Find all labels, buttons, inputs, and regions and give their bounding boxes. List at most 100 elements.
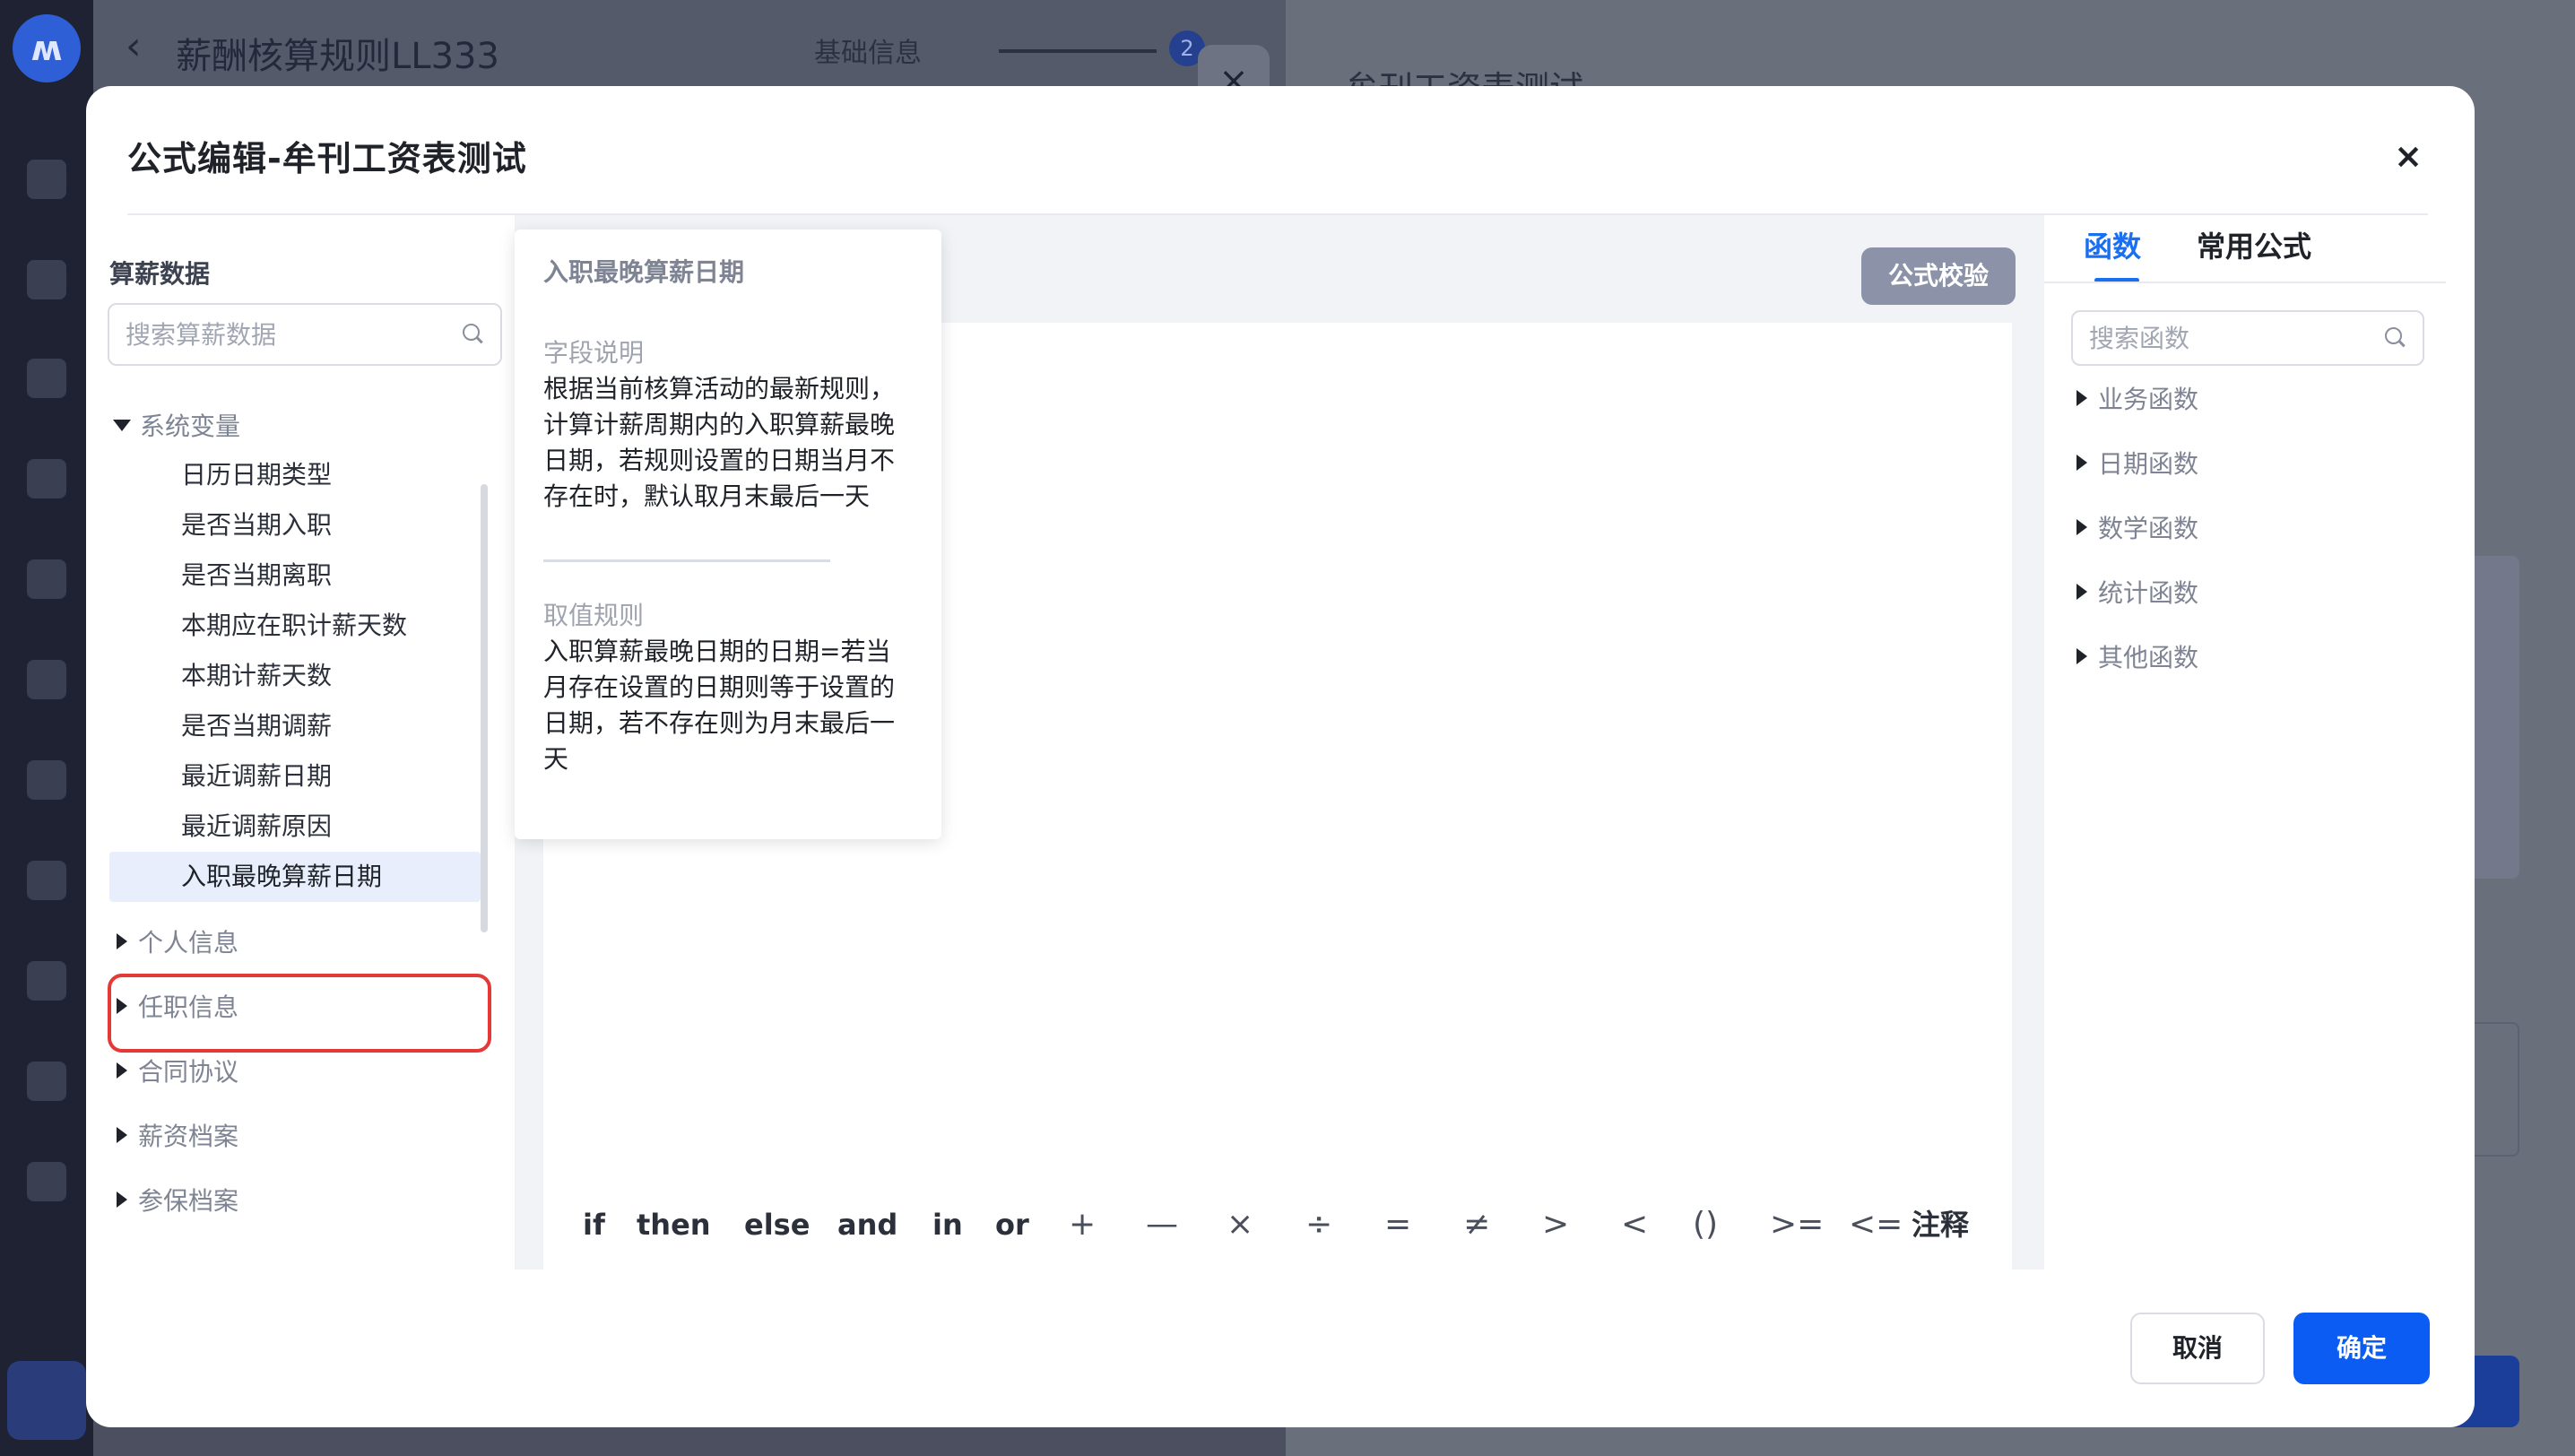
selection-highlight-outline bbox=[108, 974, 491, 1053]
step-connector bbox=[999, 49, 1157, 53]
operator-greater-equal[interactable]: >= bbox=[1770, 1198, 1824, 1252]
team-icon[interactable] bbox=[27, 260, 66, 299]
operator-toolbar: if then else and in or + — × ÷ = ≠ > < (… bbox=[543, 1198, 2012, 1252]
tree-item[interactable]: 本期计薪天数 bbox=[106, 651, 500, 701]
app-logo-icon: ʍ bbox=[13, 14, 81, 82]
payroll-data-panel: 算薪数据 系统变量 日历日期类型 是否当期入职 是否当期离职 本期应在职计薪天数… bbox=[86, 215, 515, 1270]
operator-parentheses[interactable]: () bbox=[1693, 1198, 1718, 1252]
tree-group-label: 个人信息 bbox=[138, 928, 239, 958]
operator-less-than[interactable]: < bbox=[1621, 1198, 1648, 1252]
tooltip-rule-label: 取值规则 bbox=[543, 601, 645, 630]
function-groups: 业务函数 日期函数 数学函数 统计函数 其他函数 bbox=[2071, 373, 2198, 696]
back-chevron-icon[interactable]: ‹ bbox=[126, 23, 142, 69]
function-group-label: 数学函数 bbox=[2098, 514, 2199, 543]
function-group-statistics[interactable]: 统计函数 bbox=[2071, 567, 2198, 617]
settings-icon[interactable] bbox=[7, 1361, 86, 1440]
tooltip-desc-text: 根据当前核算活动的最新规则，计算计薪周期内的入职算薪最晚日期，若规则设置的日期当… bbox=[543, 374, 896, 511]
caret-right-icon bbox=[2076, 648, 2087, 664]
tree-group-label: 薪资档案 bbox=[138, 1122, 239, 1151]
tree-group-contracts[interactable]: 合同协议 bbox=[106, 1045, 500, 1096]
operator-less-equal[interactable]: <= bbox=[1849, 1198, 1903, 1252]
variable-tree: 系统变量 日历日期类型 是否当期入职 是否当期离职 本期应在职计薪天数 本期计薪… bbox=[106, 400, 500, 1239]
tree-group-insurance-records[interactable]: 参保档案 bbox=[106, 1174, 500, 1225]
tree-item[interactable]: 日历日期类型 bbox=[106, 450, 500, 500]
tooltip-rule-text: 入职算薪最晚日期的日期=若当月存在设置的日期则等于设置的日期，若不存在则为月末最… bbox=[543, 637, 896, 774]
org-chart-icon[interactable] bbox=[27, 459, 66, 498]
user-icon[interactable] bbox=[27, 359, 66, 398]
operator-minus[interactable]: — bbox=[1146, 1198, 1178, 1252]
tree-group-system-variables[interactable]: 系统变量 bbox=[106, 400, 500, 450]
function-search-input[interactable] bbox=[2073, 312, 2423, 364]
caret-right-icon bbox=[117, 1062, 127, 1079]
function-panel: 函数 常用公式 业务函数 日期函数 数学函数 统计函数 bbox=[2044, 215, 2475, 1270]
operator-else[interactable]: else bbox=[744, 1198, 810, 1252]
tree-group-label: 参保档案 bbox=[138, 1186, 239, 1216]
ticket-icon[interactable] bbox=[27, 760, 66, 800]
payroll-data-search-input[interactable] bbox=[109, 305, 500, 364]
calendar-icon[interactable] bbox=[27, 660, 66, 699]
function-group-other[interactable]: 其他函数 bbox=[2071, 631, 2198, 681]
function-group-date[interactable]: 日期函数 bbox=[2071, 438, 2198, 488]
tree-item-selected[interactable]: 入职最晚算薪日期 bbox=[109, 852, 481, 902]
profile-icon[interactable] bbox=[27, 1062, 66, 1101]
operator-multiply[interactable]: × bbox=[1227, 1198, 1253, 1252]
caret-right-icon bbox=[2076, 390, 2087, 406]
home-icon[interactable] bbox=[27, 160, 66, 199]
operator-then[interactable]: then bbox=[637, 1198, 711, 1252]
function-group-label: 业务函数 bbox=[2098, 385, 2199, 414]
operator-plus[interactable]: + bbox=[1069, 1198, 1096, 1252]
field-info-tooltip: 入职最晚算薪日期 字段说明 根据当前核算活动的最新规则，计算计薪周期内的入职算薪… bbox=[515, 230, 941, 839]
formula-editor-modal: 公式编辑-牟刊工资表测试 × 算薪数据 系统变量 日历日期类型 是否当期入职 是… bbox=[86, 86, 2475, 1427]
close-icon[interactable]: × bbox=[2385, 133, 2432, 179]
caret-down-icon bbox=[113, 419, 131, 431]
cancel-button[interactable]: 取消 bbox=[2130, 1313, 2265, 1384]
operator-not-equals[interactable]: ≠ bbox=[1463, 1198, 1490, 1252]
tree-item[interactable]: 最近调薪日期 bbox=[106, 751, 500, 802]
pie-chart-icon[interactable] bbox=[27, 1162, 66, 1201]
caret-right-icon bbox=[117, 933, 127, 949]
caret-right-icon bbox=[2076, 584, 2087, 600]
panel-heading: 算薪数据 bbox=[109, 259, 211, 289]
tab-common-formulas[interactable]: 常用公式 bbox=[2197, 224, 2311, 278]
function-group-label: 日期函数 bbox=[2098, 449, 2199, 479]
user-settings-icon[interactable] bbox=[27, 559, 66, 599]
modal-title: 公式编辑-牟刊工资表测试 bbox=[127, 139, 527, 178]
tree-group-personal-info[interactable]: 个人信息 bbox=[106, 916, 500, 966]
tooltip-title: 入职最晚算薪日期 bbox=[543, 257, 745, 287]
tree-item[interactable]: 是否当期离职 bbox=[106, 550, 500, 601]
confirm-button[interactable]: 确定 bbox=[2293, 1313, 2430, 1384]
app-sidebar: ʍ bbox=[0, 0, 93, 1456]
operator-or[interactable]: or bbox=[995, 1198, 1029, 1252]
tree-scrollbar[interactable] bbox=[481, 484, 488, 932]
tooltip-divider bbox=[543, 559, 830, 562]
operator-divide[interactable]: ÷ bbox=[1305, 1198, 1332, 1252]
operator-comment[interactable]: 注释 bbox=[1912, 1198, 1969, 1252]
tree-group-label: 合同协议 bbox=[138, 1057, 239, 1087]
step-basic-info: 基础信息 bbox=[814, 38, 922, 69]
tree-item[interactable]: 是否当期入职 bbox=[106, 500, 500, 550]
operator-and[interactable]: and bbox=[837, 1198, 897, 1252]
tree-item[interactable]: 最近调薪原因 bbox=[106, 802, 500, 852]
search-icon[interactable] bbox=[463, 324, 484, 345]
function-group-math[interactable]: 数学函数 bbox=[2071, 502, 2198, 552]
search-icon[interactable] bbox=[2385, 327, 2406, 349]
function-group-business[interactable]: 业务函数 bbox=[2071, 373, 2198, 423]
cube-icon[interactable] bbox=[27, 961, 66, 1001]
report-icon[interactable] bbox=[27, 861, 66, 900]
tree-group-salary-records[interactable]: 薪资档案 bbox=[106, 1110, 500, 1160]
validate-formula-button[interactable]: 公式校验 bbox=[1861, 247, 2016, 305]
payroll-data-search[interactable] bbox=[108, 303, 502, 366]
operator-equals[interactable]: = bbox=[1384, 1198, 1411, 1252]
tree-item[interactable]: 是否当期调薪 bbox=[106, 701, 500, 751]
operator-greater-than[interactable]: > bbox=[1542, 1198, 1569, 1252]
operator-if[interactable]: if bbox=[583, 1198, 605, 1252]
function-search[interactable] bbox=[2071, 310, 2424, 366]
caret-right-icon bbox=[2076, 519, 2087, 535]
tree-item[interactable]: 本期应在职计薪天数 bbox=[106, 601, 500, 651]
tab-functions[interactable]: 函数 bbox=[2084, 224, 2141, 278]
operator-in[interactable]: in bbox=[932, 1198, 963, 1252]
tree-group-label: 系统变量 bbox=[140, 412, 241, 441]
tabs-divider bbox=[2044, 282, 2446, 283]
function-group-label: 统计函数 bbox=[2098, 578, 2199, 608]
background-page-title: 薪酬核算规则LL333 bbox=[176, 36, 499, 77]
